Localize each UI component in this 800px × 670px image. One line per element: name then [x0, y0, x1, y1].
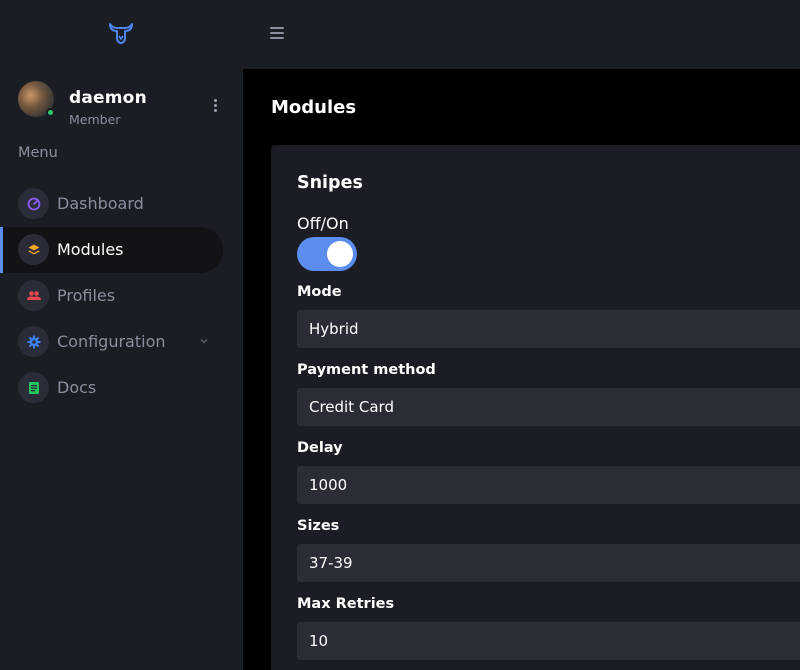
sizes-label: Sizes: [297, 518, 340, 534]
sizes-input[interactable]: 37-39: [297, 544, 800, 582]
layers-icon: [18, 234, 49, 265]
sidebar-item-label: Docs: [57, 378, 97, 397]
sidebar-item-modules[interactable]: Modules: [0, 227, 223, 273]
delay-label: Delay: [297, 440, 343, 456]
sidebar-item-label: Dashboard: [57, 194, 144, 213]
sidebar-item-docs[interactable]: Docs: [0, 365, 223, 411]
max-retries-input[interactable]: 10: [297, 622, 800, 660]
mode-label: Mode: [297, 284, 342, 300]
user-role: Member: [69, 112, 121, 127]
speedometer-icon: [18, 188, 49, 219]
bull-head-icon[interactable]: [108, 22, 134, 44]
sidebar-item-label: Profiles: [57, 286, 116, 305]
payment-method-label: Payment method: [297, 362, 436, 378]
main-content: Modules Snipes Off/On Mode Hybrid Paymen…: [243, 69, 800, 670]
avatar[interactable]: [18, 81, 55, 117]
card-title: Snipes: [297, 173, 363, 193]
toggle-knob: [327, 241, 353, 267]
user-profile: daemon Member: [18, 81, 243, 127]
sidebar-item-profiles[interactable]: Profiles: [0, 273, 223, 319]
sidebar-item-label: Modules: [57, 240, 124, 259]
toggle-label: Off/On: [297, 214, 349, 233]
more-options-icon[interactable]: [212, 99, 218, 115]
payment-method-select[interactable]: Credit Card: [297, 388, 800, 426]
on-off-toggle[interactable]: [297, 237, 357, 271]
users-icon: [18, 280, 49, 311]
menu-title: Menu: [18, 145, 58, 161]
online-status-dot: [46, 108, 55, 117]
hamburger-icon[interactable]: [270, 27, 284, 39]
top-bar: [0, 0, 800, 69]
document-icon: [18, 372, 49, 403]
sidebar-item-configuration[interactable]: Configuration: [0, 319, 223, 365]
chevron-down-icon[interactable]: [199, 336, 209, 346]
sidebar-item-dashboard[interactable]: Dashboard: [0, 181, 223, 227]
delay-input[interactable]: 1000: [297, 466, 800, 504]
snipes-card: Snipes Off/On Mode Hybrid Payment method…: [271, 145, 800, 670]
sidebar-item-label: Configuration: [57, 332, 166, 351]
mode-select[interactable]: Hybrid: [297, 310, 800, 348]
page-title: Modules: [271, 97, 357, 118]
max-retries-label: Max Retries: [297, 596, 395, 612]
username: daemon: [69, 88, 147, 108]
sidebar: daemon Member Menu Dashboard Modules Pro…: [0, 69, 243, 670]
gear-icon: [18, 326, 49, 357]
